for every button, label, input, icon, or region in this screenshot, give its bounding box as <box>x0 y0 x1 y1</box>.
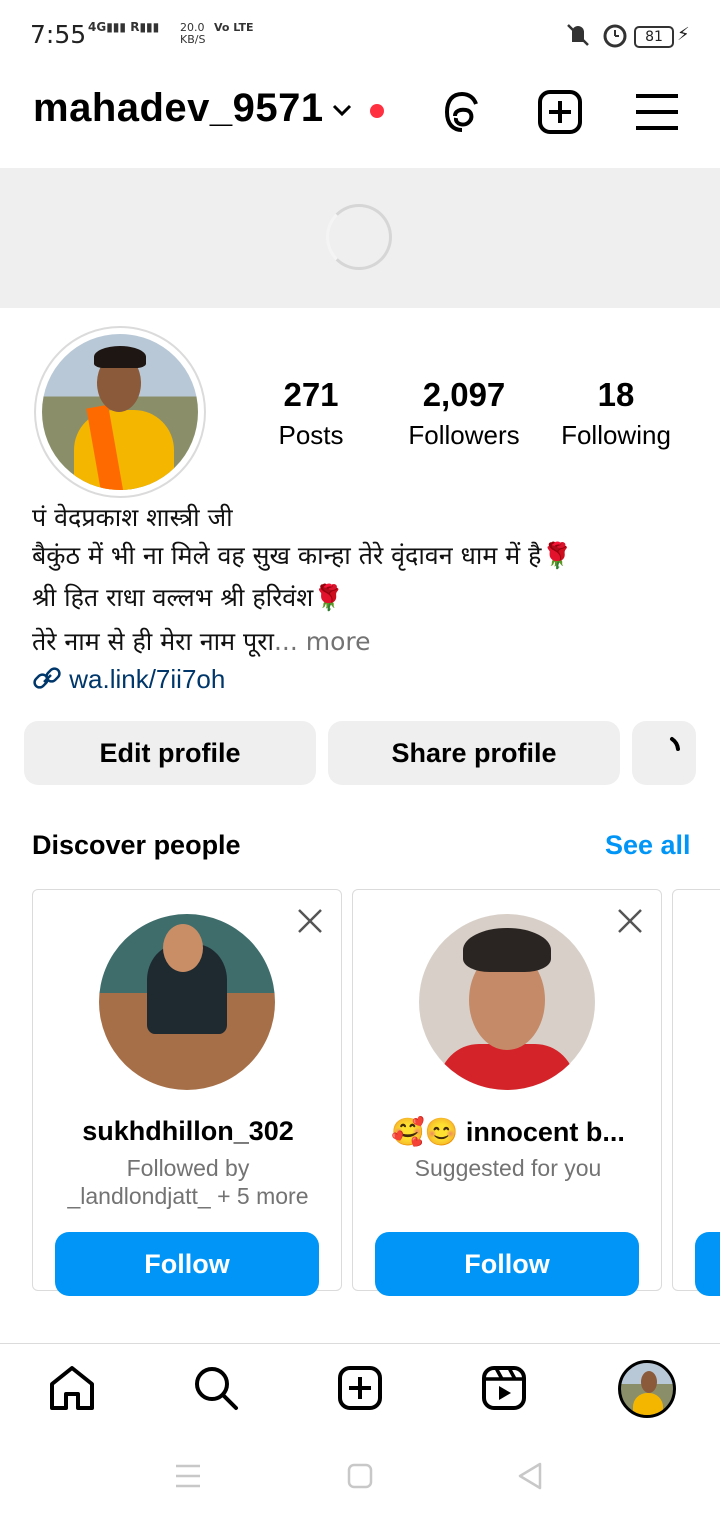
roaming-indicator: R <box>130 20 140 34</box>
subtitle-line: Suggested for you <box>414 1155 602 1181</box>
edit-profile-button[interactable]: Edit profile <box>24 721 316 785</box>
stat-followers[interactable]: 2,097 Followers <box>389 376 539 451</box>
profile-tab-avatar[interactable] <box>618 1360 676 1418</box>
battery-indicator: 81 <box>634 26 674 48</box>
alarm-icon <box>603 24 627 48</box>
follow-button[interactable]: Follow <box>375 1232 639 1296</box>
loading-spinner-icon <box>670 737 680 751</box>
suggestion-card-partial <box>672 889 720 1296</box>
stat-label: Posts <box>278 420 344 450</box>
status-bar: 7:55 4G▮▮▮ R▮▮▮ 20.0 KB/S Vo LTE 81 ⚡ <box>0 0 720 70</box>
notification-dot <box>370 104 384 118</box>
threads-icon[interactable] <box>438 88 486 136</box>
close-icon[interactable] <box>295 906 325 936</box>
suggestion-avatar[interactable] <box>99 914 275 1090</box>
follow-button-partial[interactable] <box>695 1232 720 1296</box>
suggestion-subtitle: Followed by _landlondjatt_ + 5 more <box>33 1154 343 1210</box>
avatar-face <box>641 1371 657 1393</box>
recents-icon[interactable] <box>174 1460 202 1492</box>
bottom-nav-divider <box>0 1343 720 1344</box>
volte-indicator: Vo LTE <box>214 21 254 34</box>
bio-line-truncated: तेरे नाम से ही मेरा नाम पूरा... more <box>32 624 371 658</box>
stat-following[interactable]: 18 Following <box>541 376 691 451</box>
stat-label: Followers <box>408 420 520 450</box>
bio-link-text: wa.link/7ii7oh <box>69 664 226 694</box>
avatar[interactable] <box>42 334 198 490</box>
home-icon[interactable] <box>46 1362 98 1414</box>
link-icon <box>33 667 61 689</box>
create-icon[interactable] <box>536 88 584 136</box>
avatar-shirt <box>439 1044 575 1090</box>
chevron-down-icon[interactable] <box>330 100 354 120</box>
bio-line: श्री हित राधा वल्लभ श्री हरिवंश🌹 <box>32 583 345 612</box>
bio-name: पं वेदप्रकाश शास्त्री जी <box>32 503 233 532</box>
back-icon[interactable] <box>516 1460 544 1492</box>
suggestion-card: sukhdhillon_302 Followed by _landlondjat… <box>32 889 343 1296</box>
speed-unit: KB/S <box>180 33 206 46</box>
avatar-hair <box>463 928 551 972</box>
discover-people-toggle-button[interactable] <box>632 721 696 785</box>
suggestion-subtitle: Suggested for you <box>353 1154 663 1182</box>
avatar-shirt <box>633 1393 663 1415</box>
subtitle-line: _landlondjatt_ + 5 more <box>67 1183 309 1209</box>
stat-posts[interactable]: 271 Posts <box>236 376 386 451</box>
home-button-icon[interactable] <box>346 1460 374 1492</box>
avatar-hair <box>94 346 146 368</box>
see-all-link[interactable]: See all <box>605 830 691 861</box>
discover-title: Discover people <box>32 830 241 860</box>
subtitle-line: Followed by <box>126 1155 250 1181</box>
stat-value: 2,097 <box>422 376 506 413</box>
net-speed: 20.0 KB/S <box>180 22 205 46</box>
bio-link[interactable]: wa.link/7ii7oh <box>32 664 225 695</box>
follow-button[interactable]: Follow <box>55 1232 319 1296</box>
create-icon[interactable] <box>334 1362 386 1414</box>
suggestion-username[interactable]: 🥰😊 innocent b... <box>353 1116 663 1148</box>
close-icon[interactable] <box>615 906 645 936</box>
stat-value: 271 <box>283 376 339 413</box>
search-icon[interactable] <box>190 1362 242 1414</box>
stat-value: 18 <box>597 376 635 413</box>
network-indicator: 4G▮▮▮ R▮▮▮ <box>88 20 160 34</box>
status-time: 7:55 <box>30 20 87 49</box>
profile-username[interactable]: mahadev_9571 <box>33 86 324 131</box>
network-type: 4G <box>88 20 107 34</box>
share-profile-button[interactable]: Share profile <box>328 721 620 785</box>
bio-more-link[interactable]: ... more <box>274 627 371 656</box>
charging-icon: ⚡ <box>677 24 690 45</box>
suggestion-avatar[interactable] <box>419 914 595 1090</box>
bio-line: बैकुंठ में भी ना मिले वह सुख कान्हा तेरे… <box>32 541 573 570</box>
reels-icon[interactable] <box>478 1362 530 1414</box>
vibrate-mute-icon <box>567 24 589 46</box>
avatar-face <box>163 924 203 972</box>
suggestion-card: 🥰😊 innocent b... Suggested for you Follo… <box>352 889 663 1296</box>
stat-label: Following <box>561 420 671 450</box>
bio-line: तेरे नाम से ही मेरा नाम पूरा <box>32 627 274 656</box>
menu-icon[interactable] <box>633 88 681 136</box>
suggestion-username[interactable]: sukhdhillon_302 <box>33 1116 343 1147</box>
loading-spinner-icon <box>326 204 392 270</box>
